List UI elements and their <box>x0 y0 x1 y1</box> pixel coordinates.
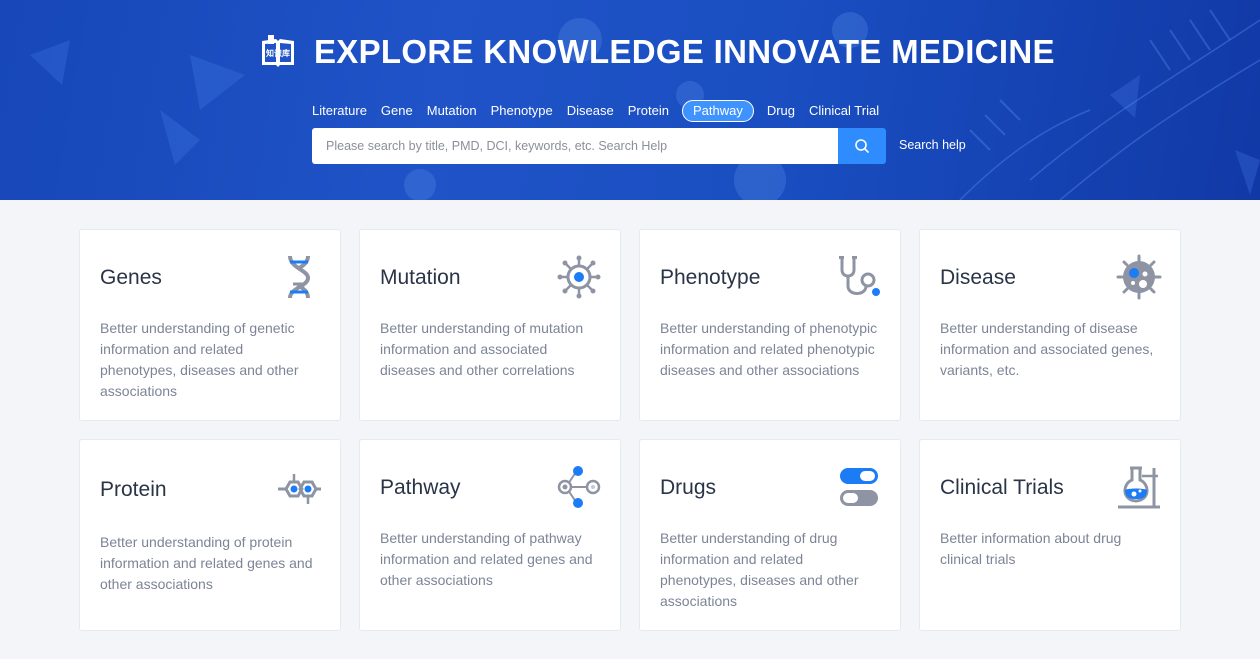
card-disease[interactable]: Disease Better understanding of disease … <box>919 229 1181 421</box>
card-description: Better understanding of drug information… <box>660 530 859 609</box>
card-description: Better information about drug clinical t… <box>940 530 1122 567</box>
search-category-tabs: Literature Gene Mutation Phenotype Disea… <box>312 100 886 122</box>
card-pathway[interactable]: Pathway Better understanding of pathway … <box>359 439 621 631</box>
search-input[interactable] <box>312 128 838 164</box>
card-title: Mutation <box>380 266 461 289</box>
card-genes[interactable]: Genes Better understanding of genetic in… <box>79 229 341 421</box>
page-title: EXPLORE KNOWLEDGE INNOVATE MEDICINE <box>314 33 1055 70</box>
tab-clinical-trial[interactable]: Clinical Trial <box>802 100 886 122</box>
tab-disease[interactable]: Disease <box>560 100 621 122</box>
bacteria-icon <box>1116 254 1162 300</box>
tab-drug[interactable]: Drug <box>760 100 802 122</box>
hero-banner: 知识库 EXPLORE KNOWLEDGE INNOVATE MEDICINE … <box>0 0 1260 200</box>
card-title: Drugs <box>660 476 717 499</box>
card-title: Phenotype <box>660 266 761 289</box>
tab-pathway[interactable]: Pathway <box>681 100 754 122</box>
card-description: Better understanding of genetic informat… <box>100 320 299 399</box>
card-title: Pathway <box>380 476 461 499</box>
card-clinical-trials[interactable]: Clinical Trials Better information about… <box>919 439 1181 631</box>
card-drugs[interactable]: Drugs Better understanding of drug infor… <box>639 439 901 631</box>
card-description: Better understanding of phenotypic infor… <box>660 320 878 378</box>
card-title: Clinical Trials <box>940 476 1064 499</box>
search-bar <box>312 128 886 164</box>
tab-phenotype[interactable]: Phenotype <box>484 100 560 122</box>
card-description: Better understanding of protein informat… <box>100 534 313 592</box>
card-title: Disease <box>940 266 1016 289</box>
capsule-icon <box>840 468 878 506</box>
card-description: Better understanding of mutation informa… <box>380 320 584 378</box>
search-help-link[interactable]: Search help <box>899 138 966 152</box>
search-button[interactable] <box>838 128 886 164</box>
card-phenotype[interactable]: Phenotype Better understanding of phenot… <box>639 229 901 421</box>
card-mutation[interactable]: Mutation Better understanding of mutatio… <box>359 229 621 421</box>
molecule-icon <box>278 474 321 504</box>
card-title: Protein <box>100 478 167 501</box>
book-icon: 知识库 <box>262 35 294 67</box>
dna-icon <box>288 255 311 299</box>
virus-icon <box>557 255 601 299</box>
hero-title-group: 知识库 EXPLORE KNOWLEDGE INNOVATE MEDICINE <box>260 30 1055 74</box>
logo-text: 知识库 <box>266 48 290 58</box>
search-icon <box>855 139 869 153</box>
tab-protein[interactable]: Protein <box>621 100 676 122</box>
tab-mutation[interactable]: Mutation <box>420 100 484 122</box>
flask-icon <box>1118 466 1160 509</box>
card-description: Better understanding of disease informat… <box>940 320 1154 378</box>
card-title: Genes <box>100 266 162 289</box>
tab-gene[interactable]: Gene <box>374 100 420 122</box>
category-card-grid: Genes Better understanding of genetic in… <box>79 229 1181 631</box>
card-description: Better understanding of pathway informat… <box>380 530 593 588</box>
pathway-icon <box>557 466 601 508</box>
stethoscope-icon <box>839 256 880 296</box>
tab-literature[interactable]: Literature <box>312 100 374 122</box>
card-protein[interactable]: Protein Better understanding of protein … <box>79 439 341 631</box>
